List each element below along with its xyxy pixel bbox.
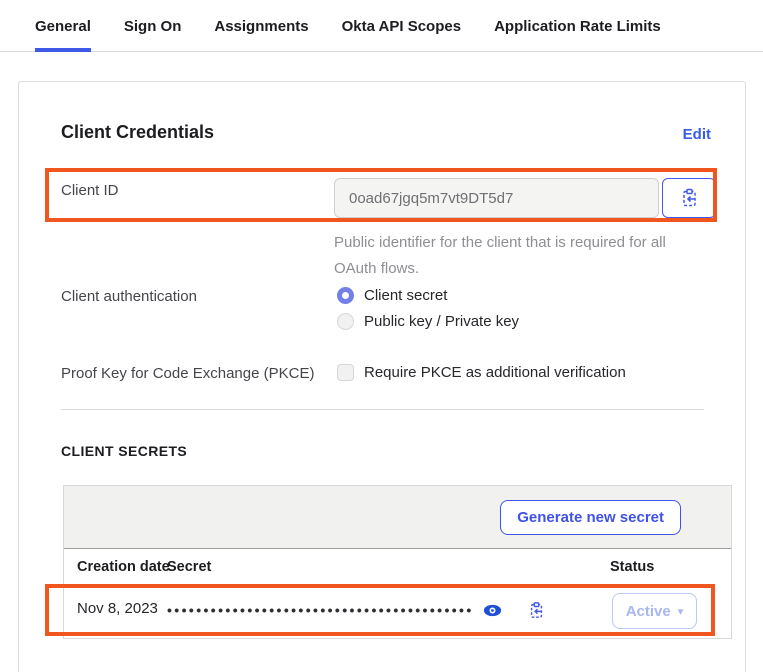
tab-okta-api-scopes[interactable]: Okta API Scopes — [342, 0, 462, 52]
radio-client-secret[interactable] — [337, 287, 354, 304]
secret-creation-date: Nov 8, 2023 — [77, 600, 158, 617]
pkce-checkbox[interactable] — [337, 364, 354, 381]
section-divider — [61, 409, 704, 410]
client-authentication-label: Client authentication — [61, 288, 197, 305]
copy-secret-button[interactable] — [528, 601, 545, 620]
copy-client-id-button[interactable] — [662, 178, 716, 218]
radio-public-private-key[interactable] — [337, 313, 354, 330]
eye-icon — [483, 604, 502, 617]
tab-assignments[interactable]: Assignments — [214, 0, 308, 52]
status-label: Active — [625, 602, 671, 620]
masked-secret-value: ••••••••••••••••••••••••••••••••••••••••… — [167, 601, 474, 618]
status-dropdown[interactable]: Active ▾ — [612, 593, 697, 629]
column-header-secret: Secret — [167, 559, 212, 575]
column-header-creation-date: Creation date — [77, 559, 170, 575]
client-credentials-card: Client Credentials Edit Client ID Public… — [18, 81, 746, 672]
radio-client-secret-label[interactable]: Client secret — [364, 287, 447, 304]
tab-sign-on[interactable]: Sign On — [124, 0, 182, 52]
edit-link[interactable]: Edit — [683, 126, 711, 143]
secrets-table-header: Creation date Secret Status — [64, 549, 731, 583]
radio-public-private-key-label[interactable]: Public key / Private key — [364, 313, 519, 330]
secret-value-cell: ••••••••••••••••••••••••••••••••••••••••… — [167, 583, 545, 638]
client-id-label: Client ID — [61, 182, 119, 199]
client-secrets-heading: CLIENT SECRETS — [61, 443, 188, 459]
pkce-checkbox-label[interactable]: Require PKCE as additional verification — [364, 364, 626, 381]
client-id-group — [334, 178, 716, 218]
card-title: Client Credentials — [61, 122, 215, 142]
tab-application-rate-limits[interactable]: Application Rate Limits — [494, 0, 661, 52]
tab-general[interactable]: General — [35, 0, 91, 52]
clipboard-copy-icon — [528, 601, 545, 620]
app-tab-bar: General Sign On Assignments Okta API Sco… — [0, 0, 763, 52]
clipboard-copy-icon — [680, 188, 699, 208]
chevron-down-icon: ▾ — [677, 605, 684, 618]
generate-new-secret-button[interactable]: Generate new secret — [500, 500, 681, 535]
client-secrets-table: Generate new secret Creation date Secret… — [63, 485, 732, 639]
secrets-toolbar: Generate new secret — [64, 486, 731, 549]
reveal-secret-button[interactable] — [483, 604, 502, 617]
client-id-input[interactable] — [334, 178, 659, 218]
pkce-label: Proof Key for Code Exchange (PKCE) — [61, 365, 315, 382]
secret-table-row: Nov 8, 2023 ••••••••••••••••••••••••••••… — [64, 583, 731, 638]
column-header-status: Status — [610, 559, 655, 575]
client-id-help-text: Public identifier for the client that is… — [334, 234, 666, 277]
